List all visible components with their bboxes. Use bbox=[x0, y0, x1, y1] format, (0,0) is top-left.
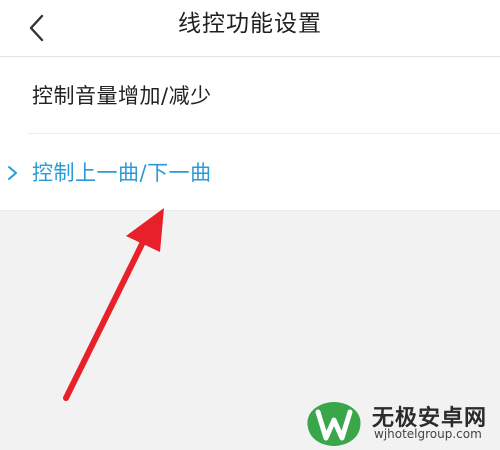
page-title: 线控功能设置 bbox=[178, 11, 322, 37]
option-volume-control[interactable]: 控制音量增加/减少 bbox=[0, 57, 500, 133]
chevron-right-icon bbox=[8, 166, 17, 180]
screen: 线控功能设置 控制音量增加/减少 控制上一曲/下一曲 无极安卓网 wjhotel… bbox=[0, 0, 500, 450]
settings-list: 控制音量增加/减少 控制上一曲/下一曲 bbox=[0, 57, 500, 211]
watermark: 无极安卓网 wjhotelgroup.com bbox=[298, 396, 498, 448]
watermark-logo bbox=[307, 402, 361, 446]
option-track-control[interactable]: 控制上一曲/下一曲 bbox=[0, 134, 500, 210]
option-label: 控制上一曲/下一曲 bbox=[32, 161, 212, 185]
title-bar: 线控功能设置 bbox=[0, 0, 500, 57]
option-label: 控制音量增加/减少 bbox=[32, 84, 212, 108]
watermark-url: wjhotelgroup.com bbox=[374, 427, 482, 441]
